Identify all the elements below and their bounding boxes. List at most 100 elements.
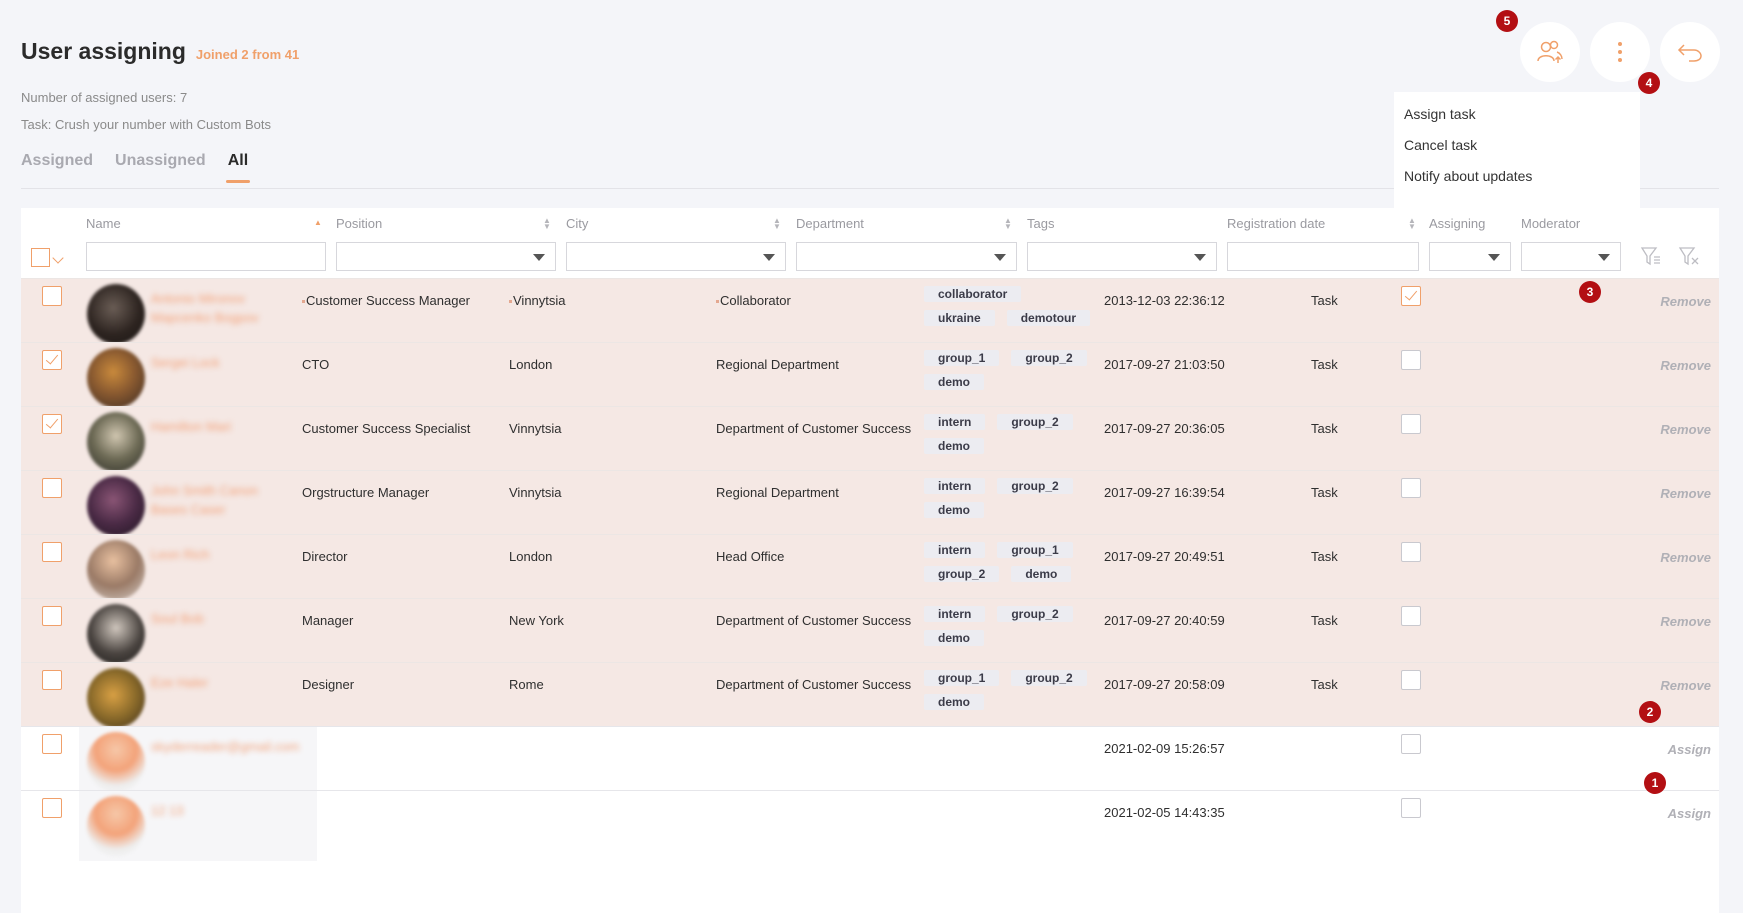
chevron-down-icon[interactable] xyxy=(52,252,64,264)
assign-button[interactable]: Assign xyxy=(1668,742,1711,757)
position-cell: Manager xyxy=(302,613,354,628)
table-row[interactable]: Eze Haler Designer Rome Department of Custo… xyxy=(21,662,1719,728)
tab-assigned[interactable]: Assigned xyxy=(21,152,93,182)
department-cell: Collaborator xyxy=(716,293,791,308)
city-filter-select[interactable] xyxy=(566,242,786,271)
filter-settings-icon[interactable] xyxy=(1639,244,1663,268)
select-all-checkbox[interactable] xyxy=(31,248,50,267)
moderator-filter-select[interactable] xyxy=(1521,242,1621,271)
tags-cell: group_1 group_2 demo xyxy=(924,670,1092,710)
tag-badge: demo xyxy=(924,694,985,710)
back-button[interactable] xyxy=(1660,22,1720,82)
menu-item-assign-task[interactable]: Assign task xyxy=(1394,106,1640,137)
tab-unassigned[interactable]: Unassigned xyxy=(115,152,206,182)
row-select-checkbox[interactable] xyxy=(42,350,62,370)
moderator-checkbox[interactable] xyxy=(1401,478,1421,498)
registration-date: 2017-09-27 20:40:59 xyxy=(1104,613,1225,628)
moderator-checkbox[interactable] xyxy=(1401,414,1421,434)
row-select-checkbox[interactable] xyxy=(42,734,62,754)
col-header-position[interactable]: Position xyxy=(336,216,382,231)
tags-filter-select[interactable] xyxy=(1027,242,1217,271)
user-name[interactable]: Eze Haler xyxy=(151,673,291,692)
assigning-cell: Task xyxy=(1311,549,1338,564)
moderator-checkbox[interactable] xyxy=(1401,670,1421,690)
row-select-checkbox[interactable] xyxy=(42,478,62,498)
moderator-checkbox[interactable] xyxy=(1401,286,1421,306)
row-select-checkbox[interactable] xyxy=(42,670,62,690)
table-row[interactable]: Antonio Mironov Mapcenko Bogpov Customer … xyxy=(21,278,1719,344)
page-header: User assigning Joined 2 from 41 xyxy=(21,38,299,65)
col-header-city[interactable]: City xyxy=(566,216,588,231)
avatar xyxy=(87,796,145,856)
sort-asc-icon[interactable]: ▲ xyxy=(314,219,322,227)
remove-button[interactable]: Remove xyxy=(1660,486,1711,501)
city-cell: Rome xyxy=(509,677,544,692)
col-header-registration[interactable]: Registration date xyxy=(1227,216,1325,231)
moderator-checkbox[interactable] xyxy=(1401,350,1421,370)
sort-icon[interactable]: ▲ ▼ xyxy=(1004,217,1012,231)
row-select-checkbox[interactable] xyxy=(42,798,62,818)
registration-date: 2017-09-27 16:39:54 xyxy=(1104,485,1225,500)
user-name[interactable]: Sergei Lock xyxy=(151,353,291,372)
user-name[interactable]: skyderreader@gmail.com xyxy=(151,737,299,756)
assign-users-button[interactable] xyxy=(1520,22,1580,82)
city-cell: Vinnytsia xyxy=(509,293,566,308)
menu-item-cancel-task[interactable]: Cancel task xyxy=(1394,137,1640,168)
row-select-checkbox[interactable] xyxy=(42,286,62,306)
more-options-button[interactable] xyxy=(1590,22,1650,82)
position-cell: Customer Success Specialist xyxy=(302,421,471,436)
avatar xyxy=(87,412,145,472)
table-row[interactable]: John Smith Canon Bases Caser Orgstructure… xyxy=(21,470,1719,536)
tag-badge: demo xyxy=(924,502,985,518)
department-filter-select[interactable] xyxy=(796,242,1017,271)
menu-item-notify[interactable]: Notify about updates xyxy=(1394,168,1640,199)
page-title: User assigning xyxy=(21,38,186,64)
tag-badge: group_2 xyxy=(924,566,1000,582)
col-header-department[interactable]: Department xyxy=(796,216,864,231)
row-select-checkbox[interactable] xyxy=(42,542,62,562)
options-menu: Assign task Cancel task Notify about upd… xyxy=(1394,92,1640,210)
col-header-name[interactable]: Name xyxy=(86,216,121,231)
row-select-checkbox[interactable] xyxy=(42,414,62,434)
remove-button[interactable]: Remove xyxy=(1660,294,1711,309)
table-row[interactable]: skyderreader@gmail.com 2021-02-09 15:26:5… xyxy=(21,726,1719,797)
name-filter-input[interactable] xyxy=(86,242,326,271)
clear-filter-icon[interactable] xyxy=(1677,244,1701,268)
remove-button[interactable]: Remove xyxy=(1660,678,1711,693)
registration-filter-input[interactable] xyxy=(1227,242,1419,271)
tag-badge: demo xyxy=(1011,566,1072,582)
remove-button[interactable]: Remove xyxy=(1660,422,1711,437)
sort-icon[interactable]: ▲ ▼ xyxy=(543,217,551,231)
position-filter-select[interactable] xyxy=(336,242,556,271)
remove-button[interactable]: Remove xyxy=(1660,614,1711,629)
row-select-checkbox[interactable] xyxy=(42,606,62,626)
sort-icon[interactable]: ▲ ▼ xyxy=(773,217,781,231)
moderator-checkbox[interactable] xyxy=(1401,798,1421,818)
user-name[interactable]: John Smith Canon Bases Caser xyxy=(151,481,291,519)
table-row[interactable]: Sergei Lock CTO London Regional Department g… xyxy=(21,342,1719,408)
table-row[interactable]: Leon Rich Director London Head Office intern… xyxy=(21,534,1719,600)
table-row[interactable]: 12 13 2021-02-05 14:43:35 Assign xyxy=(21,790,1719,861)
moderator-checkbox[interactable] xyxy=(1401,606,1421,626)
user-name[interactable]: Antonio Mironov Mapcenko Bogpov xyxy=(151,289,291,327)
remove-button[interactable]: Remove xyxy=(1660,358,1711,373)
user-name[interactable]: 12 13 xyxy=(151,801,291,820)
user-name[interactable]: Hamilton Mari xyxy=(151,417,291,436)
assign-button[interactable]: Assign xyxy=(1668,806,1711,821)
col-header-moderator[interactable]: Moderator xyxy=(1521,216,1580,231)
moderator-checkbox[interactable] xyxy=(1401,734,1421,754)
table-row[interactable]: Hamilton Mari Customer Success Specialist… xyxy=(21,406,1719,472)
avatar xyxy=(87,476,145,536)
assigning-filter-select[interactable] xyxy=(1429,242,1511,271)
remove-button[interactable]: Remove xyxy=(1660,550,1711,565)
table-row[interactable]: Soul Bob Manager New York Department of Cus… xyxy=(21,598,1719,664)
col-header-assigning[interactable]: Assigning xyxy=(1429,216,1485,231)
tag-badge: intern xyxy=(924,478,986,494)
user-name[interactable]: Soul Bob xyxy=(151,609,291,628)
undo-arrow-icon xyxy=(1677,44,1702,62)
moderator-checkbox[interactable] xyxy=(1401,542,1421,562)
user-name[interactable]: Leon Rich xyxy=(151,545,291,564)
col-header-tags[interactable]: Tags xyxy=(1027,216,1054,231)
sort-icon[interactable]: ▲ ▼ xyxy=(1408,217,1416,231)
tab-all[interactable]: All xyxy=(225,152,251,183)
